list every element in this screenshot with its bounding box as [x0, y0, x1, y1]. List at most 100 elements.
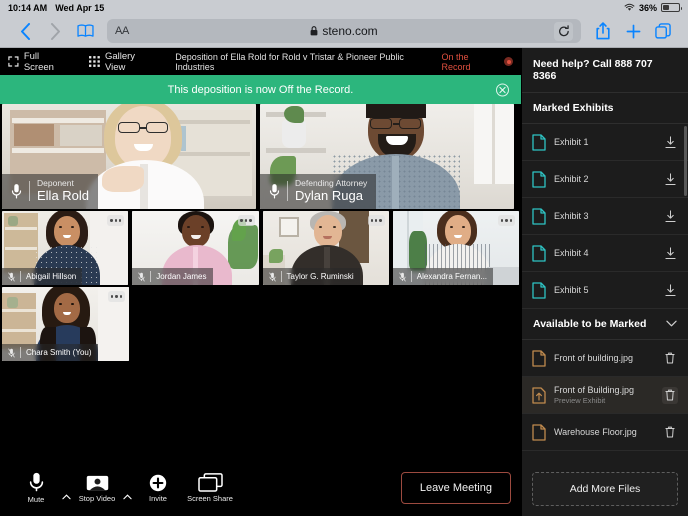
download-icon[interactable]	[662, 209, 678, 223]
document-icon	[532, 423, 546, 441]
mute-button[interactable]: Mute	[10, 472, 62, 504]
address-bar[interactable]: AA steno.com	[107, 19, 581, 43]
file-name: Front of building.jpg	[554, 353, 634, 363]
download-icon[interactable]	[662, 135, 678, 149]
chevron-left-icon	[20, 22, 30, 40]
mute-options-caret-icon[interactable]	[62, 493, 71, 502]
participant-nameplate: Alexandra Fernan...	[392, 268, 494, 285]
more-options-icon[interactable]	[498, 215, 515, 226]
exhibit-name: Exhibit 1	[554, 137, 589, 147]
microphone-muted-icon	[398, 271, 406, 282]
more-options-icon[interactable]	[108, 291, 125, 302]
new-tab-button[interactable]	[618, 18, 648, 44]
close-circle-icon	[499, 86, 506, 93]
participant-tile[interactable]: Taylor G. Ruminski	[262, 211, 389, 285]
microphone-muted-icon	[8, 271, 15, 282]
available-file-row[interactable]: Warehouse Floor.jpg	[522, 414, 688, 451]
more-options-icon[interactable]	[237, 215, 255, 226]
add-files-area: Add More Files	[522, 462, 688, 516]
chevron-down-icon[interactable]	[666, 319, 677, 330]
wifi-icon	[624, 3, 635, 11]
marked-exhibits-header: Marked Exhibits	[522, 93, 688, 124]
gallery-view-label: Gallery View	[104, 50, 136, 73]
off-record-banner: This deposition is now Off the Record.	[0, 75, 521, 104]
back-button[interactable]	[10, 18, 40, 44]
participant-tile[interactable]: Deponent Ella Rold	[2, 104, 256, 209]
url-display: steno.com	[107, 24, 581, 38]
participant-name: Taylor G. Ruminski	[286, 271, 354, 281]
reload-button[interactable]	[554, 21, 573, 41]
exhibit-row[interactable]: Exhibit 3	[522, 198, 688, 235]
video-stage: Deponent Ella Rold Defending Attorney Dy…	[0, 104, 521, 460]
exhibit-row[interactable]: Exhibit 4	[522, 235, 688, 272]
banner-close-button[interactable]	[496, 83, 509, 96]
available-exhibits-header[interactable]: Available to be Marked	[522, 309, 688, 340]
invite-button[interactable]: Invite	[132, 474, 184, 503]
ipad-screen: 10:14 AM Wed Apr 15 36% AA steno.com Ful…	[0, 0, 688, 516]
record-status[interactable]: On the Record	[442, 52, 513, 72]
screen-share-button[interactable]: Screen Share	[184, 473, 236, 503]
marked-exhibits-list[interactable]: Exhibit 1 Exhibit 2 Exhibit 3 Exhibit 4 …	[522, 124, 688, 309]
available-file-row[interactable]: Front of building.jpg	[522, 340, 688, 377]
forward-button[interactable]	[40, 18, 70, 44]
grid-icon	[89, 56, 100, 67]
participant-row-primary: Deponent Ella Rold Defending Attorney Dy…	[0, 104, 521, 209]
available-section: Available to be Marked Front of building…	[522, 309, 688, 516]
chevron-right-icon	[50, 22, 60, 40]
exhibit-name: Exhibit 2	[554, 174, 589, 184]
download-icon[interactable]	[662, 172, 678, 186]
participant-row-secondary: Abigail Hillson Jordan James Taylor G. R…	[0, 209, 521, 285]
participant-tile[interactable]: Defending Attorney Dylan Ruga	[260, 104, 514, 209]
trash-icon[interactable]	[662, 426, 678, 438]
participant-tile[interactable]: Jordan James	[132, 211, 259, 285]
exhibit-name: Exhibit 4	[554, 248, 589, 258]
document-upload-icon	[532, 386, 546, 404]
download-icon[interactable]	[662, 283, 678, 297]
url-text: steno.com	[322, 24, 378, 38]
available-file-row[interactable]: Front of Building.jpg Preview Exhibit	[522, 377, 688, 414]
bookmarks-button[interactable]	[70, 18, 100, 44]
exhibits-scrollbar[interactable]	[683, 126, 687, 196]
trash-icon[interactable]	[662, 386, 678, 404]
leave-meeting-button[interactable]: Leave Meeting	[400, 472, 511, 504]
participant-tile[interactable]: Abigail Hillson	[2, 211, 129, 285]
record-dot-icon	[504, 57, 513, 66]
participant-tile[interactable]: Chara Smith (You)	[2, 287, 129, 361]
participant-name: Dylan Ruga	[295, 188, 363, 204]
add-more-files-button[interactable]: Add More Files	[532, 472, 678, 506]
document-icon	[532, 207, 546, 225]
video-camera-icon	[86, 475, 108, 490]
battery-icon	[661, 3, 682, 12]
participant-tile[interactable]: Alexandra Fernan...	[392, 211, 519, 285]
participant-nameplate: Jordan James	[132, 268, 213, 285]
ios-status-bar: 10:14 AM Wed Apr 15 36%	[0, 0, 688, 15]
add-person-icon	[149, 474, 167, 491]
trash-icon[interactable]	[662, 352, 678, 364]
gallery-view-button[interactable]: Gallery View	[89, 51, 157, 73]
download-icon[interactable]	[662, 246, 678, 260]
text-size-button[interactable]: AA	[115, 25, 129, 37]
lock-icon	[310, 26, 318, 36]
marked-exhibits-title: Marked Exhibits	[533, 102, 614, 114]
share-icon	[596, 22, 610, 40]
share-button[interactable]	[588, 18, 618, 44]
full-screen-button[interactable]: Full Screen	[8, 51, 71, 73]
exhibits-sidebar: Need help? Call 888 707 8366 Marked Exhi…	[521, 48, 688, 516]
participant-row-tertiary: Chara Smith (You)	[0, 285, 521, 361]
participant-name: Chara Smith (You)	[26, 347, 92, 357]
exhibit-row[interactable]: Exhibit 5	[522, 272, 688, 309]
invite-label: Invite	[149, 493, 167, 503]
video-options-caret-icon[interactable]	[123, 493, 132, 502]
stop-video-button[interactable]: Stop Video	[71, 474, 123, 503]
tabs-overview-button[interactable]	[648, 18, 678, 44]
exhibit-row[interactable]: Exhibit 1	[522, 124, 688, 161]
banner-message: This deposition is now Off the Record.	[167, 83, 354, 96]
status-time: 10:14 AM	[8, 2, 48, 13]
full-screen-label: Full Screen	[23, 50, 54, 73]
meeting-controls: Mute Stop Video Invite Screen Share Leav…	[0, 460, 521, 516]
more-options-icon[interactable]	[107, 215, 125, 226]
more-options-icon[interactable]	[367, 215, 385, 226]
status-date: Wed Apr 15	[55, 2, 105, 13]
participant-role: Deponent	[37, 177, 74, 188]
exhibit-row[interactable]: Exhibit 2	[522, 161, 688, 198]
